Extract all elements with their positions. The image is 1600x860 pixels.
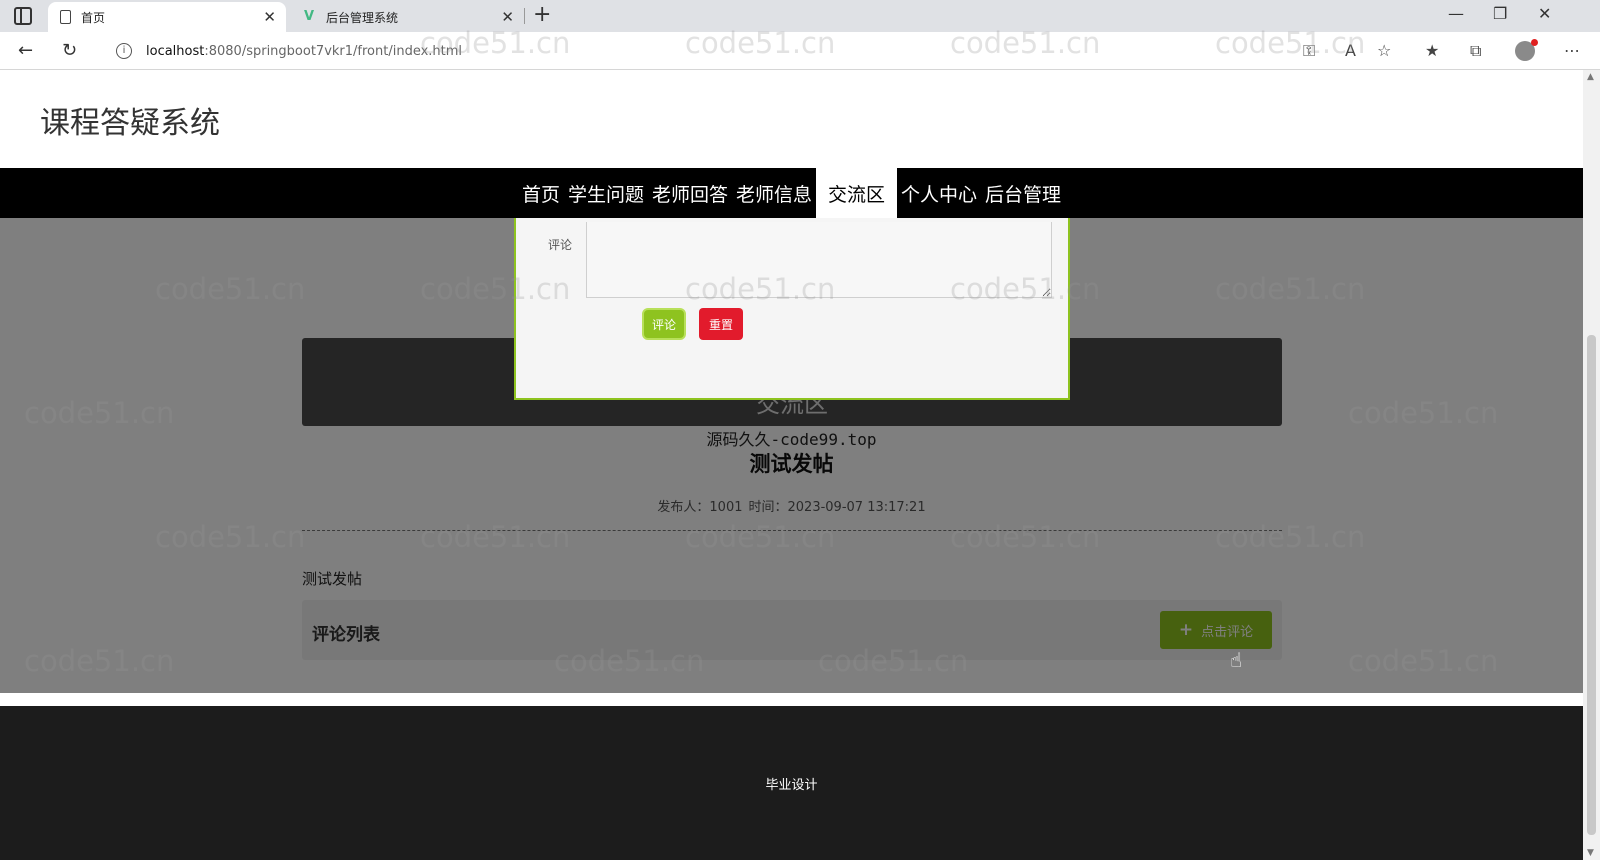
main-nav: 首页 学生问题 老师回答 老师信息 交流区 个人中心 后台管理	[0, 168, 1583, 218]
nav-forum[interactable]: 交流区	[816, 168, 898, 218]
footer-text: 毕业设计	[765, 778, 818, 793]
scroll-thumb[interactable]	[1587, 335, 1596, 835]
browser-tab-home[interactable]: 首页 ✕	[48, 2, 286, 32]
nav-teacher-answers[interactable]: 老师回答	[648, 168, 732, 218]
refresh-icon[interactable]: ↻	[62, 40, 77, 61]
comment-textarea[interactable]	[586, 222, 1052, 298]
browser-tab-bar: 首页 ✕ V 后台管理系统 ✕ + — ❐ ✕	[0, 0, 1600, 32]
browser-tab-admin[interactable]: V 后台管理系统 ✕	[290, 2, 524, 32]
nav-student-questions[interactable]: 学生问题	[564, 168, 648, 218]
page-scrollbar[interactable]: ▲ ▼	[1583, 70, 1600, 860]
submit-comment-button[interactable]: 评论	[642, 308, 686, 340]
footer: 毕业设计	[0, 706, 1583, 860]
new-tab-icon[interactable]: +	[533, 2, 551, 27]
read-aloud-icon[interactable]: A	[1345, 41, 1356, 60]
site-title: 课程答疑系统	[40, 106, 220, 141]
sidebar-toggle-icon[interactable]	[14, 7, 32, 25]
restore-icon[interactable]: ❐	[1493, 4, 1507, 23]
reset-button[interactable]: 重置	[699, 308, 743, 340]
collections-icon[interactable]: ⧉	[1470, 41, 1481, 61]
close-tab-icon[interactable]: ✕	[263, 8, 276, 26]
add-favorite-icon[interactable]: ☆	[1377, 41, 1391, 60]
web-page: 课程答疑系统 首页 学生问题 老师回答 老师信息 交流区 个人中心 后台管理 F…	[0, 70, 1583, 860]
page-icon	[60, 10, 71, 24]
nav-admin[interactable]: 后台管理	[981, 168, 1065, 218]
more-icon[interactable]: ⋯	[1564, 41, 1580, 60]
tab-title: 首页	[81, 10, 106, 25]
tab-title: 后台管理系统	[326, 10, 399, 25]
nav-home[interactable]: 首页	[518, 168, 564, 218]
tab-separator	[524, 8, 525, 24]
url-field[interactable]: i localhost:8080/springboot7vkr1/front/i…	[100, 36, 1400, 66]
profile-avatar[interactable]	[1515, 39, 1538, 61]
address-bar-row: ← ↻ i localhost:8080/springboot7vkr1/fro…	[0, 32, 1600, 70]
nav-teacher-info[interactable]: 老师信息	[732, 168, 816, 218]
comment-dialog: 评论 评论 重置	[514, 218, 1070, 400]
favorites-icon[interactable]: ★	[1425, 41, 1439, 60]
nav-personal-center[interactable]: 个人中心	[897, 168, 981, 218]
minimize-icon[interactable]: —	[1448, 4, 1464, 23]
comment-field-label: 评论	[548, 238, 573, 252]
scroll-up-icon[interactable]: ▲	[1587, 72, 1594, 82]
site-info-icon[interactable]: i	[116, 43, 132, 59]
url-host: localhost	[146, 43, 205, 59]
scroll-down-icon[interactable]: ▼	[1587, 848, 1594, 858]
back-icon[interactable]: ←	[18, 40, 33, 61]
vue-logo-icon: V	[303, 9, 315, 24]
close-tab-icon[interactable]: ✕	[501, 8, 514, 26]
hand-cursor-icon: ☝	[1230, 648, 1243, 672]
key-icon[interactable]: ⚿	[1303, 41, 1315, 61]
close-window-icon[interactable]: ✕	[1538, 4, 1551, 23]
url-path: :8080/springboot7vkr1/front/index.html	[204, 43, 463, 59]
